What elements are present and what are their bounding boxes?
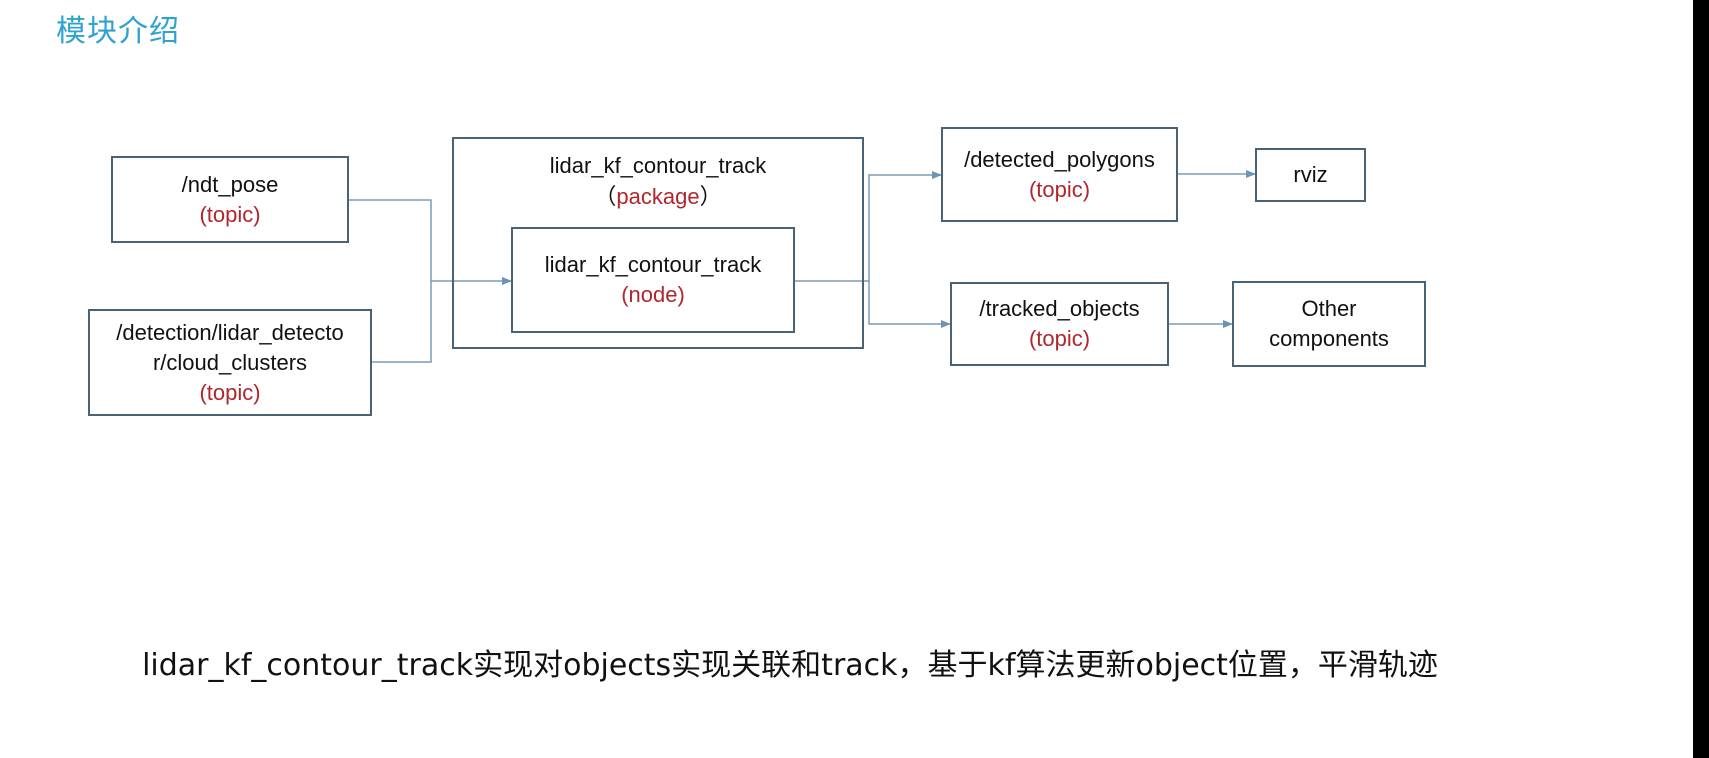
node-other-components: Other components bbox=[1232, 281, 1426, 367]
node-detected-polygons: /detected_polygons (topic) bbox=[941, 127, 1178, 222]
node-cloud-clusters-type: (topic) bbox=[199, 379, 261, 405]
node-tracked-objects-name: /tracked_objects bbox=[979, 296, 1140, 321]
package-label: lidar_kf_contour_track （package） bbox=[452, 150, 864, 212]
node-kf-contour-track-name: lidar_kf_contour_track bbox=[544, 252, 762, 277]
node-kf-contour-track-type: (node) bbox=[621, 282, 685, 307]
package-name: lidar_kf_contour_track bbox=[549, 153, 767, 178]
edge-cloud-clusters bbox=[372, 281, 432, 363]
node-tracked-objects-type: (topic) bbox=[1028, 326, 1091, 351]
node-ndt-pose: /ndt_pose (topic) bbox=[111, 156, 349, 243]
package-paren-open: （ bbox=[594, 184, 617, 209]
caption-text: lidar_kf_contour_track实现对objects实现关联和tra… bbox=[142, 648, 1438, 683]
node-ndt-pose-type: (topic) bbox=[199, 201, 261, 227]
edge-to-detected-polygons bbox=[868, 171, 942, 281]
node-cloud-clusters-name-line2: r/cloud_clusters bbox=[152, 349, 308, 375]
node-detected-polygons-type: (topic) bbox=[1028, 176, 1091, 202]
node-cloud-clusters-name-line1: /detection/lidar_detecto bbox=[116, 319, 344, 345]
node-detected-polygons-name: /detected_polygons bbox=[964, 146, 1155, 172]
node-cloud-clusters: /detection/lidar_detecto r/cloud_cluster… bbox=[88, 309, 372, 416]
node-ndt-pose-name: /ndt_pose bbox=[181, 171, 279, 197]
package-type-word: package bbox=[616, 184, 700, 209]
package-paren-close: ） bbox=[699, 184, 722, 209]
edge-to-tracked-objects bbox=[868, 281, 951, 328]
node-rviz: rviz bbox=[1255, 148, 1366, 202]
node-kf-contour-track: lidar_kf_contour_track (node) bbox=[511, 227, 795, 333]
edge-ndt-pose bbox=[348, 199, 432, 281]
package-type: （package） bbox=[452, 181, 864, 212]
node-other-line2: components bbox=[1269, 326, 1389, 351]
node-rviz-name: rviz bbox=[1293, 162, 1328, 187]
node-other-line1: Other bbox=[1301, 296, 1357, 321]
node-tracked-objects: /tracked_objects (topic) bbox=[950, 282, 1169, 366]
